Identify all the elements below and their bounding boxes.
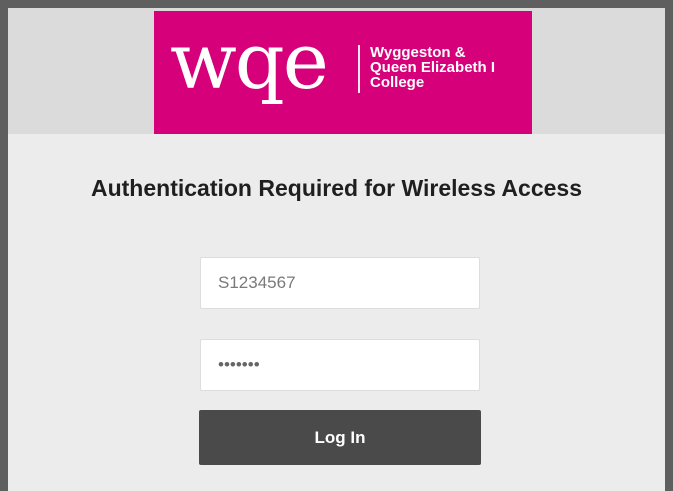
logo-line-3: College: [370, 74, 425, 91]
logo-line-1: Wyggeston &: [370, 44, 466, 61]
password-field[interactable]: [200, 339, 480, 391]
logo-wordmark: wqe: [170, 17, 329, 107]
logo-college-name: Wyggeston & Queen Elizabeth I College: [370, 45, 520, 90]
browser-frame: wqe Wyggeston & Queen Elizabeth I Colleg…: [0, 0, 673, 491]
logo-divider: [358, 45, 360, 93]
college-logo: wqe Wyggeston & Queen Elizabeth I Colleg…: [154, 11, 532, 134]
logo-line-2: Queen Elizabeth I: [370, 59, 496, 76]
page-title: Authentication Required for Wireless Acc…: [90, 175, 582, 201]
login-button[interactable]: Log In: [199, 410, 481, 465]
header-band: wqe Wyggeston & Queen Elizabeth I Colleg…: [8, 8, 665, 134]
captive-portal-page: wqe Wyggeston & Queen Elizabeth I Colleg…: [8, 8, 665, 491]
username-field[interactable]: [200, 257, 480, 309]
